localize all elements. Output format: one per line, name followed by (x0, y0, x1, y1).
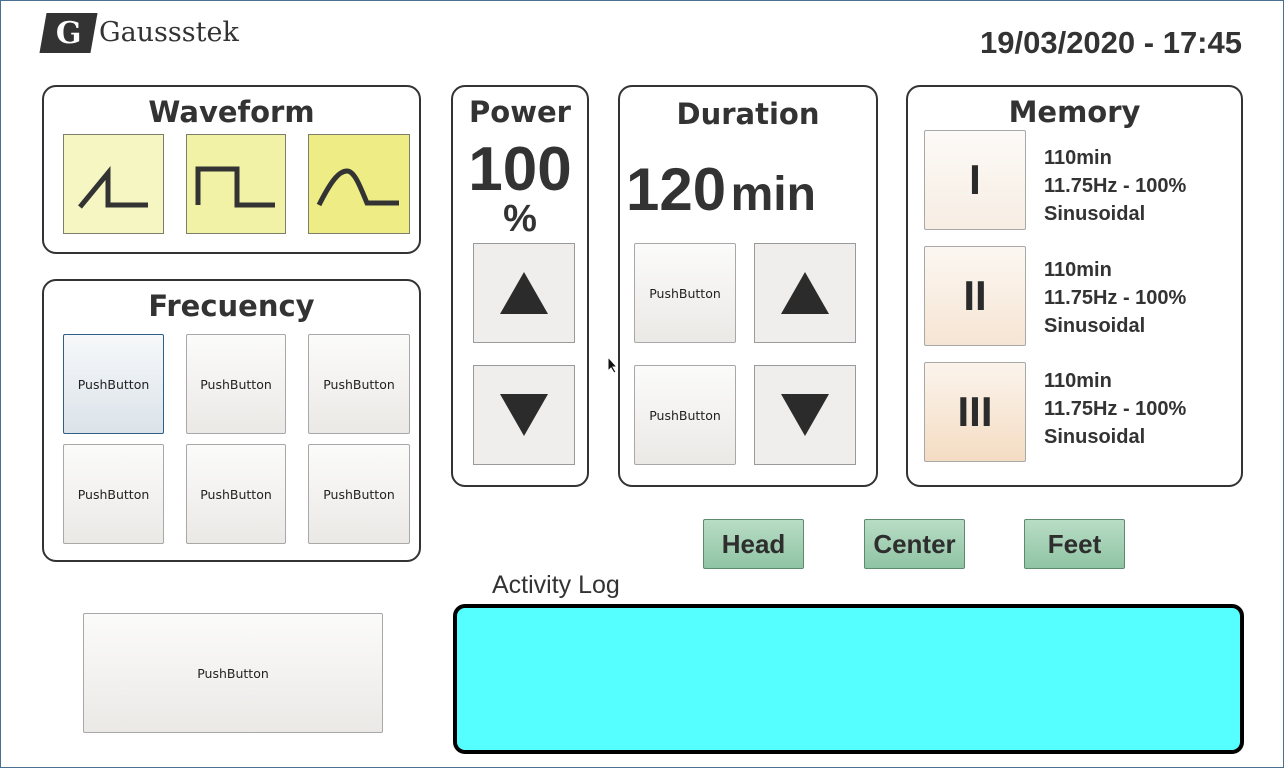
waveform-title: Waveform (148, 95, 315, 129)
memory-slot-3-duration: 110min (1044, 370, 1112, 392)
frequency-button-3[interactable]: PushButton (308, 334, 410, 434)
duration-down-button[interactable] (754, 365, 856, 465)
memory-slot-1-button[interactable]: I (924, 130, 1026, 230)
power-up-button[interactable] (473, 243, 575, 343)
activity-log-label: Activity Log (492, 571, 620, 599)
datetime: 19/03/2020 - 17:45 (980, 25, 1242, 60)
frequency-button-5[interactable]: PushButton (186, 444, 286, 544)
memory-slot-2-duration: 110min (1044, 259, 1112, 281)
square-wave-button[interactable] (186, 134, 286, 234)
power-unit: % (503, 198, 537, 240)
logo: G Gaussstek (39, 13, 243, 55)
memory-slot-2-label: II (963, 272, 987, 319)
head-button[interactable]: Head (703, 519, 804, 569)
memory-title: Memory (1008, 95, 1141, 129)
memory-slot-2-info: 110min 11.75Hz - 100% Sinusoidal (1044, 256, 1186, 340)
frequency-panel: Frecuency PushButton PushButton PushButt… (42, 279, 421, 562)
memory-panel: Memory I 110min 11.75Hz - 100% Sinusoida… (906, 85, 1243, 487)
frequency-button-6[interactable]: PushButton (308, 444, 410, 544)
frequency-button-4[interactable]: PushButton (63, 444, 164, 544)
frequency-button-2[interactable]: PushButton (186, 334, 286, 434)
power-down-button[interactable] (473, 365, 575, 465)
frequency-button-1[interactable]: PushButton (63, 334, 164, 434)
duration-push-button-2[interactable]: PushButton (634, 365, 736, 465)
memory-slot-3-info: 110min 11.75Hz - 100% Sinusoidal (1044, 367, 1186, 451)
memory-slot-1-waveform: Sinusoidal (1044, 203, 1146, 225)
memory-slot-2-waveform: Sinusoidal (1044, 315, 1146, 337)
memory-slot-3-label: III (957, 388, 993, 435)
memory-slot-2-freq-power: 11.75Hz - 100% (1044, 287, 1187, 309)
arrow-up-icon (781, 272, 829, 314)
arrow-down-icon (500, 394, 548, 436)
waveform-panel: Waveform (42, 85, 421, 254)
duration-panel: Duration 120 min PushButton PushButton (618, 85, 878, 487)
memory-slot-3-freq-power: 11.75Hz - 100% (1044, 398, 1187, 420)
memory-slot-3-waveform: Sinusoidal (1044, 426, 1146, 448)
mouse-cursor-icon (607, 356, 619, 374)
arrow-up-icon (500, 272, 548, 314)
center-button[interactable]: Center (864, 519, 965, 569)
square-wave-icon (195, 166, 275, 208)
sine-wave-button[interactable] (308, 134, 410, 234)
logo-text: Gaussstek (99, 17, 239, 48)
power-title: Power (469, 95, 571, 129)
memory-slot-1-freq-power: 11.75Hz - 100% (1044, 175, 1187, 197)
duration-value: 120 min (626, 159, 816, 237)
bottom-push-button[interactable]: PushButton (83, 613, 383, 733)
duration-number: 120 (626, 156, 727, 223)
frequency-title: Frecuency (148, 289, 315, 323)
memory-slot-1-duration: 110min (1044, 147, 1112, 169)
sawtooth-wave-icon (78, 166, 148, 209)
duration-up-button[interactable] (754, 243, 856, 343)
duration-title: Duration (676, 97, 820, 131)
duration-unit: min (730, 168, 816, 221)
memory-slot-1-info: 110min 11.75Hz - 100% Sinusoidal (1044, 144, 1186, 228)
logo-mark: G (39, 13, 98, 53)
arrow-down-icon (781, 394, 829, 436)
memory-slot-1-label: I (969, 156, 981, 203)
power-panel: Power 100 % (451, 85, 589, 487)
sine-wave-icon (316, 168, 399, 207)
sawtooth-wave-button[interactable] (63, 134, 164, 234)
memory-slot-2-button[interactable]: II (924, 246, 1026, 346)
duration-push-button-1[interactable]: PushButton (634, 243, 736, 343)
power-value: 100 (468, 135, 572, 204)
activity-log-box[interactable] (453, 604, 1244, 754)
feet-button[interactable]: Feet (1024, 519, 1125, 569)
memory-slot-3-button[interactable]: III (924, 362, 1026, 462)
